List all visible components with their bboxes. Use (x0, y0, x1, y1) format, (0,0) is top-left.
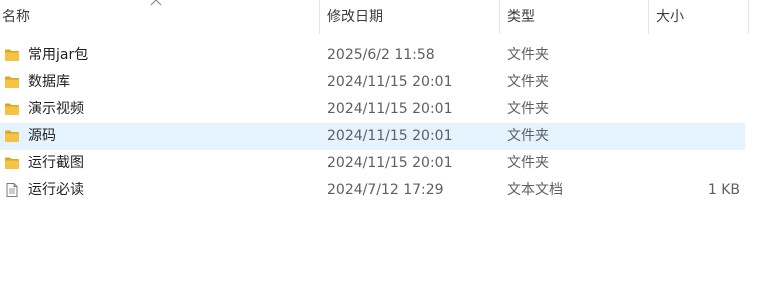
file-modified-date: 2024/11/15 20:01 (327, 101, 453, 117)
folder-icon (5, 157, 19, 169)
file-type: 文件夹 (507, 74, 549, 90)
folder-icon (5, 49, 19, 61)
file-name[interactable]: 运行必读 (28, 177, 84, 204)
file-name[interactable]: 源码 (28, 123, 56, 150)
file-modified-date: 2024/11/15 20:01 (327, 74, 453, 90)
file-name[interactable]: 常用jar包 (28, 42, 88, 69)
column-header: 名称 修改日期 类型 大小 (0, 0, 757, 34)
column-header-name[interactable]: 名称 (2, 0, 30, 34)
column-divider[interactable] (648, 0, 649, 34)
file-modified-date: 2024/11/15 20:01 (327, 155, 453, 171)
file-row[interactable]: 运行截图 2024/11/15 20:01 文件夹 (0, 150, 745, 177)
file-row[interactable]: 源码 2024/11/15 20:01 文件夹 (0, 123, 745, 150)
file-type: 文本文档 (507, 182, 563, 198)
file-modified-date: 2024/7/12 17:29 (327, 182, 444, 198)
folder-icon (5, 130, 19, 142)
file-name[interactable]: 运行截图 (28, 150, 84, 177)
file-modified-date: 2024/11/15 20:01 (327, 128, 453, 144)
column-divider[interactable] (499, 0, 500, 34)
file-type: 文件夹 (507, 128, 549, 144)
column-header-modified[interactable]: 修改日期 (327, 0, 383, 34)
column-divider[interactable] (319, 0, 320, 34)
text-document-icon (6, 183, 18, 197)
column-header-size[interactable]: 大小 (656, 0, 684, 34)
folder-icon (5, 76, 19, 88)
file-type: 文件夹 (507, 47, 549, 63)
file-row[interactable]: 运行必读 2024/7/12 17:29 文本文档 1 KB (0, 177, 745, 204)
file-row[interactable]: 常用jar包 2025/6/2 11:58 文件夹 (0, 42, 745, 69)
file-row[interactable]: 演示视频 2024/11/15 20:01 文件夹 (0, 96, 745, 123)
file-row[interactable]: 数据库 2024/11/15 20:01 文件夹 (0, 69, 745, 96)
column-divider[interactable] (748, 0, 749, 34)
file-type: 文件夹 (507, 155, 549, 171)
file-modified-date: 2025/6/2 11:58 (327, 47, 435, 63)
file-type: 文件夹 (507, 101, 549, 117)
file-size: 1 KB (707, 182, 740, 198)
sort-ascending-icon (150, 0, 162, 6)
folder-icon (5, 103, 19, 115)
file-name[interactable]: 演示视频 (28, 96, 84, 123)
column-header-type[interactable]: 类型 (507, 0, 535, 34)
file-name[interactable]: 数据库 (28, 69, 70, 96)
